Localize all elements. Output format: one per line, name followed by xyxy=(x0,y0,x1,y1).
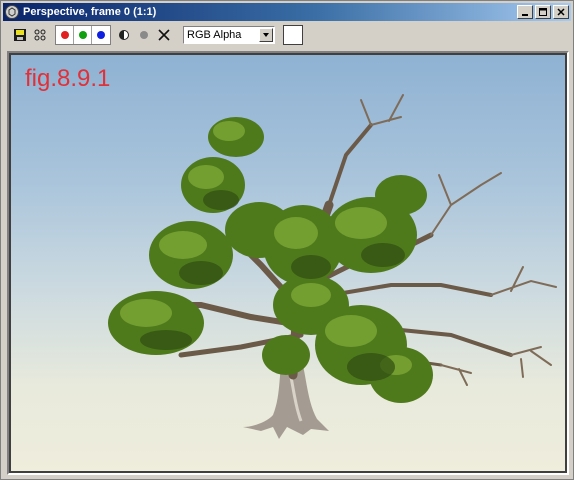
mono-button[interactable] xyxy=(115,26,133,44)
window-controls xyxy=(517,5,569,19)
blue-dot-icon xyxy=(97,31,105,39)
mono-icon xyxy=(119,30,129,40)
green-channel-button[interactable] xyxy=(74,26,92,44)
minimize-icon xyxy=(522,14,528,16)
tree-render-image xyxy=(108,94,557,439)
red-channel-button[interactable] xyxy=(56,26,74,44)
title-bar[interactable]: Perspective, frame 0 (1:1) xyxy=(3,3,571,21)
save-button[interactable] xyxy=(11,26,29,44)
channel-select-value: RGB Alpha xyxy=(187,29,242,41)
alpha-button[interactable] xyxy=(135,26,153,44)
figure-label: fig.8.9.1 xyxy=(25,65,111,92)
chevron-down-icon xyxy=(263,33,269,37)
close-icon xyxy=(557,8,565,16)
render-viewport[interactable]: fig.8.9.1 xyxy=(11,55,565,471)
close-button[interactable] xyxy=(553,5,569,19)
channel-toggles xyxy=(55,25,111,45)
color-swatch[interactable] xyxy=(283,25,303,45)
channel-select[interactable]: RGB Alpha xyxy=(183,26,275,44)
blue-channel-button[interactable] xyxy=(92,26,110,44)
maximize-icon xyxy=(539,8,547,16)
alpha-dot-icon xyxy=(140,31,148,39)
maximize-button[interactable] xyxy=(535,5,551,19)
save-icon xyxy=(14,29,26,41)
red-dot-icon xyxy=(60,31,69,39)
minimize-button[interactable] xyxy=(517,5,533,19)
3dsmax-logo-icon xyxy=(5,5,19,19)
dropdown-arrow[interactable] xyxy=(259,28,273,42)
clone-icon xyxy=(34,29,46,41)
clear-icon xyxy=(158,29,170,41)
green-dot-icon xyxy=(78,31,87,39)
window-title: Perspective, frame 0 (1:1) xyxy=(23,6,157,18)
render-frame-window: Perspective, frame 0 (1:1) RGB Alpha fig… xyxy=(0,0,574,480)
clear-button[interactable] xyxy=(155,26,173,44)
clone-button[interactable] xyxy=(31,26,49,44)
render-toolbar: RGB Alpha xyxy=(3,22,571,48)
viewport-frame: fig.8.9.1 xyxy=(7,51,569,475)
